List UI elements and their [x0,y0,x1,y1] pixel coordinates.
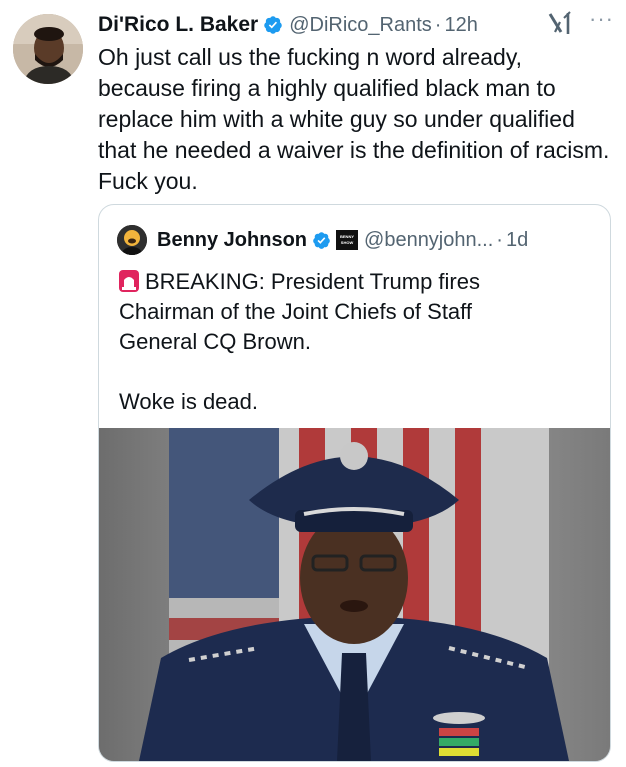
affiliate-badge: BENNY SHOW [336,230,359,250]
more-options-icon[interactable]: ··· [589,6,614,32]
tweet-header: Di'Rico L. Baker @DiRico_Rants · 12h [98,8,618,42]
verified-badge-icon [264,16,282,34]
quoted-timestamp[interactable]: 1d [506,229,528,252]
quoted-tweet-text: BREAKING: President Trump fires Chairman… [119,267,589,417]
quoted-tweet-image[interactable] [99,428,610,761]
verified-badge-icon [313,231,330,249]
quoted-avatar-image [117,225,147,255]
quoted-tweet-card[interactable]: Benny Johnson BENNY SHOW @bennyjohn... ·… [98,204,611,762]
quoted-author-name[interactable]: Benny Johnson [157,229,307,252]
quoted-text-line-5: Woke is dead. [119,389,259,414]
quoted-text-line-4 [119,357,589,387]
quoted-text-line-1: BREAKING: President Trump fires [145,269,480,294]
quoted-header-separator: · [496,228,503,251]
general-portrait-image [99,428,610,761]
header-separator: · [434,13,442,36]
author-name[interactable]: Di'Rico L. Baker [98,13,258,37]
author-avatar[interactable] [13,14,83,84]
tweet-text: Oh just call us the fucking n word alrea… [98,44,610,194]
quoted-text-line-2: Chairman of the Joint Chiefs of Staff [119,299,472,324]
x-logo-icon[interactable] [548,10,574,36]
quoted-text-line-3: General CQ Brown. [119,329,311,354]
quoted-tweet-header: Benny Johnson BENNY SHOW @bennyjohn... ·… [117,223,600,257]
quoted-author-handle[interactable]: @bennyjohn... [364,229,493,252]
author-handle[interactable]: @DiRico_Rants [289,14,432,37]
quoted-text-line: BREAKING: President Trump fires [119,267,589,297]
tweet-timestamp[interactable]: 12h [444,14,477,37]
rotating-light-icon [119,270,139,292]
author-avatar-image [13,14,83,84]
quoted-author-avatar[interactable] [117,225,147,255]
